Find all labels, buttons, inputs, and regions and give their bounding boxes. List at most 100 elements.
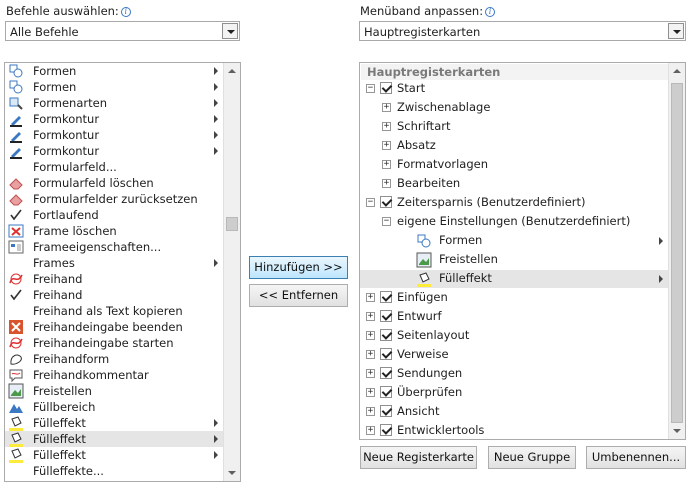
ribbon-tree-item[interactable]: Formen (360, 232, 669, 250)
command-item[interactable]: Formen (5, 63, 224, 79)
command-item-label: Freistellen (33, 384, 92, 398)
command-item[interactable]: Formularfeld löschen (5, 175, 224, 191)
command-item[interactable]: Fülleffekt (5, 415, 224, 431)
ribbon-tree-item[interactable]: − eigene Einstellungen (Benutzerdefiniert… (360, 213, 669, 231)
command-item[interactable]: Freihand (5, 271, 224, 287)
expand-icon[interactable]: + (382, 179, 391, 188)
ribbon-tree-item[interactable]: Fülleffekt (360, 270, 669, 288)
command-item[interactable]: Fülleffekt (5, 447, 224, 463)
ribbon-tree-item[interactable]: Freistellen (360, 251, 669, 269)
tab-checkbox[interactable] (380, 424, 392, 436)
scroll-thumb[interactable] (226, 217, 238, 231)
command-item[interactable]: Freihandeingabe starten (5, 335, 224, 351)
tab-checkbox[interactable] (380, 310, 392, 322)
rename-button[interactable]: Umbenennen... (586, 446, 686, 469)
ribbon-tree-item[interactable]: + Sendungen (360, 365, 669, 383)
scroll-down-icon[interactable] (673, 429, 681, 433)
ribbon-tree-item[interactable]: − Start (360, 80, 669, 98)
commands-source-select[interactable]: Alle Befehle (5, 21, 240, 41)
scroll-up-icon[interactable] (228, 69, 236, 73)
new-group-button[interactable]: Neue Gruppe (488, 446, 576, 469)
command-item-label: Freihandeingabe beenden (33, 320, 183, 334)
expand-icon[interactable]: + (366, 350, 375, 359)
command-item-label: Formularfelder zurücksetzen (33, 192, 198, 206)
command-item[interactable]: Freihand als Text kopieren (5, 303, 224, 319)
command-item[interactable]: Fortlaufend (5, 207, 224, 223)
command-item[interactable]: Formkontur (5, 127, 224, 143)
chevron-down-icon[interactable] (668, 23, 684, 39)
ribbon-tree[interactable]: Hauptregisterkarten − Start + Zwischenablag… (359, 62, 686, 440)
commands-list-scrollbar[interactable] (223, 63, 240, 481)
collapse-icon[interactable]: − (382, 217, 391, 226)
ribbon-tree-item[interactable]: + Ansicht (360, 403, 669, 421)
command-item[interactable]: Formkontur (5, 111, 224, 127)
expand-icon[interactable]: + (366, 312, 375, 321)
ribbon-tree-item[interactable]: + Absatz (360, 137, 669, 155)
remove-button[interactable]: << Entfernen (249, 284, 348, 307)
ribbon-tabs-select[interactable]: Hauptregisterkarten (359, 21, 686, 41)
expand-icon[interactable]: + (382, 160, 391, 169)
ribbon-tree-item[interactable]: + Schriftart (360, 118, 669, 136)
ribbon-tree-item-label: Ansicht (397, 404, 440, 418)
commands-list[interactable]: Formen Formen Formenarten Formkontur Formkon… (4, 62, 241, 482)
command-item[interactable]: Formularfelder zurücksetzen (5, 191, 224, 207)
chevron-right-icon (214, 147, 218, 155)
expand-icon[interactable]: + (366, 407, 375, 416)
chevron-down-icon[interactable] (222, 23, 238, 39)
ribbon-tree-item[interactable]: − Zeitersparnis (Benutzerdefiniert) (360, 194, 669, 212)
command-item[interactable]: Freihandeingabe beenden (5, 319, 224, 335)
command-item[interactable]: Freihand (5, 287, 224, 303)
tab-checkbox[interactable] (380, 405, 392, 417)
expand-icon[interactable]: + (366, 331, 375, 340)
command-item[interactable]: Formularfeld... (5, 159, 224, 175)
chevron-right-icon (214, 83, 218, 91)
command-item[interactable]: Freihandform (5, 351, 224, 367)
new-tab-button[interactable]: Neue Registerkarte (360, 446, 477, 469)
collapse-icon[interactable]: − (366, 84, 375, 93)
expand-icon[interactable]: + (366, 426, 375, 435)
tab-checkbox[interactable] (380, 367, 392, 379)
ribbon-tree-item[interactable]: + Einfügen (360, 289, 669, 307)
expand-icon[interactable]: + (382, 103, 391, 112)
command-item[interactable]: Fülleffekt (5, 431, 224, 447)
command-item[interactable]: Füllbereich (5, 399, 224, 415)
command-item[interactable]: Frame löschen (5, 223, 224, 239)
chevron-right-icon (214, 115, 218, 123)
expand-icon[interactable]: + (366, 293, 375, 302)
ribbon-tree-item-label: Seitenlayout (397, 328, 470, 342)
tab-checkbox[interactable] (380, 386, 392, 398)
ribbon-tree-item[interactable]: + Überprüfen (360, 384, 669, 402)
command-item[interactable]: Freihandkommentar (5, 367, 224, 383)
add-button[interactable]: Hinzufügen >> (249, 256, 348, 279)
ribbon-tree-item[interactable]: + Seitenlayout (360, 327, 669, 345)
tab-checkbox[interactable] (380, 329, 392, 341)
ribbon-tree-item[interactable]: + Entwicklertools (360, 422, 669, 439)
tab-checkbox[interactable] (380, 291, 392, 303)
command-item[interactable]: Formenarten (5, 95, 224, 111)
tab-checkbox[interactable] (380, 348, 392, 360)
ribbon-tree-scrollbar[interactable] (668, 63, 685, 439)
command-item[interactable]: Formen (5, 79, 224, 95)
command-item[interactable]: Formkontur (5, 143, 224, 159)
scroll-down-icon[interactable] (228, 471, 236, 475)
expand-icon[interactable]: + (366, 369, 375, 378)
expand-icon[interactable]: + (382, 141, 391, 150)
collapse-icon[interactable]: − (366, 198, 375, 207)
ribbon-tree-item[interactable]: + Verweise (360, 346, 669, 364)
ribbon-tree-item[interactable]: + Formatvorlagen (360, 156, 669, 174)
ribbon-tree-item[interactable]: + Bearbeiten (360, 175, 669, 193)
tab-checkbox[interactable] (380, 196, 392, 208)
command-item[interactable]: Frames (5, 255, 224, 271)
scroll-up-icon[interactable] (673, 69, 681, 73)
tab-checkbox[interactable] (380, 82, 392, 94)
ribbon-tree-item[interactable]: + Zwischenablage (360, 99, 669, 117)
command-item[interactable]: Fülleffekte... (5, 463, 224, 479)
scroll-thumb[interactable] (671, 83, 683, 423)
crop-image-icon (416, 252, 432, 271)
choose-commands-label: Befehle auswählen: i (6, 4, 131, 18)
expand-icon[interactable]: + (366, 388, 375, 397)
command-item[interactable]: Frameeigenschaften... (5, 239, 224, 255)
command-item[interactable]: Freistellen (5, 383, 224, 399)
expand-icon[interactable]: + (382, 122, 391, 131)
ribbon-tree-item[interactable]: + Entwurf (360, 308, 669, 326)
